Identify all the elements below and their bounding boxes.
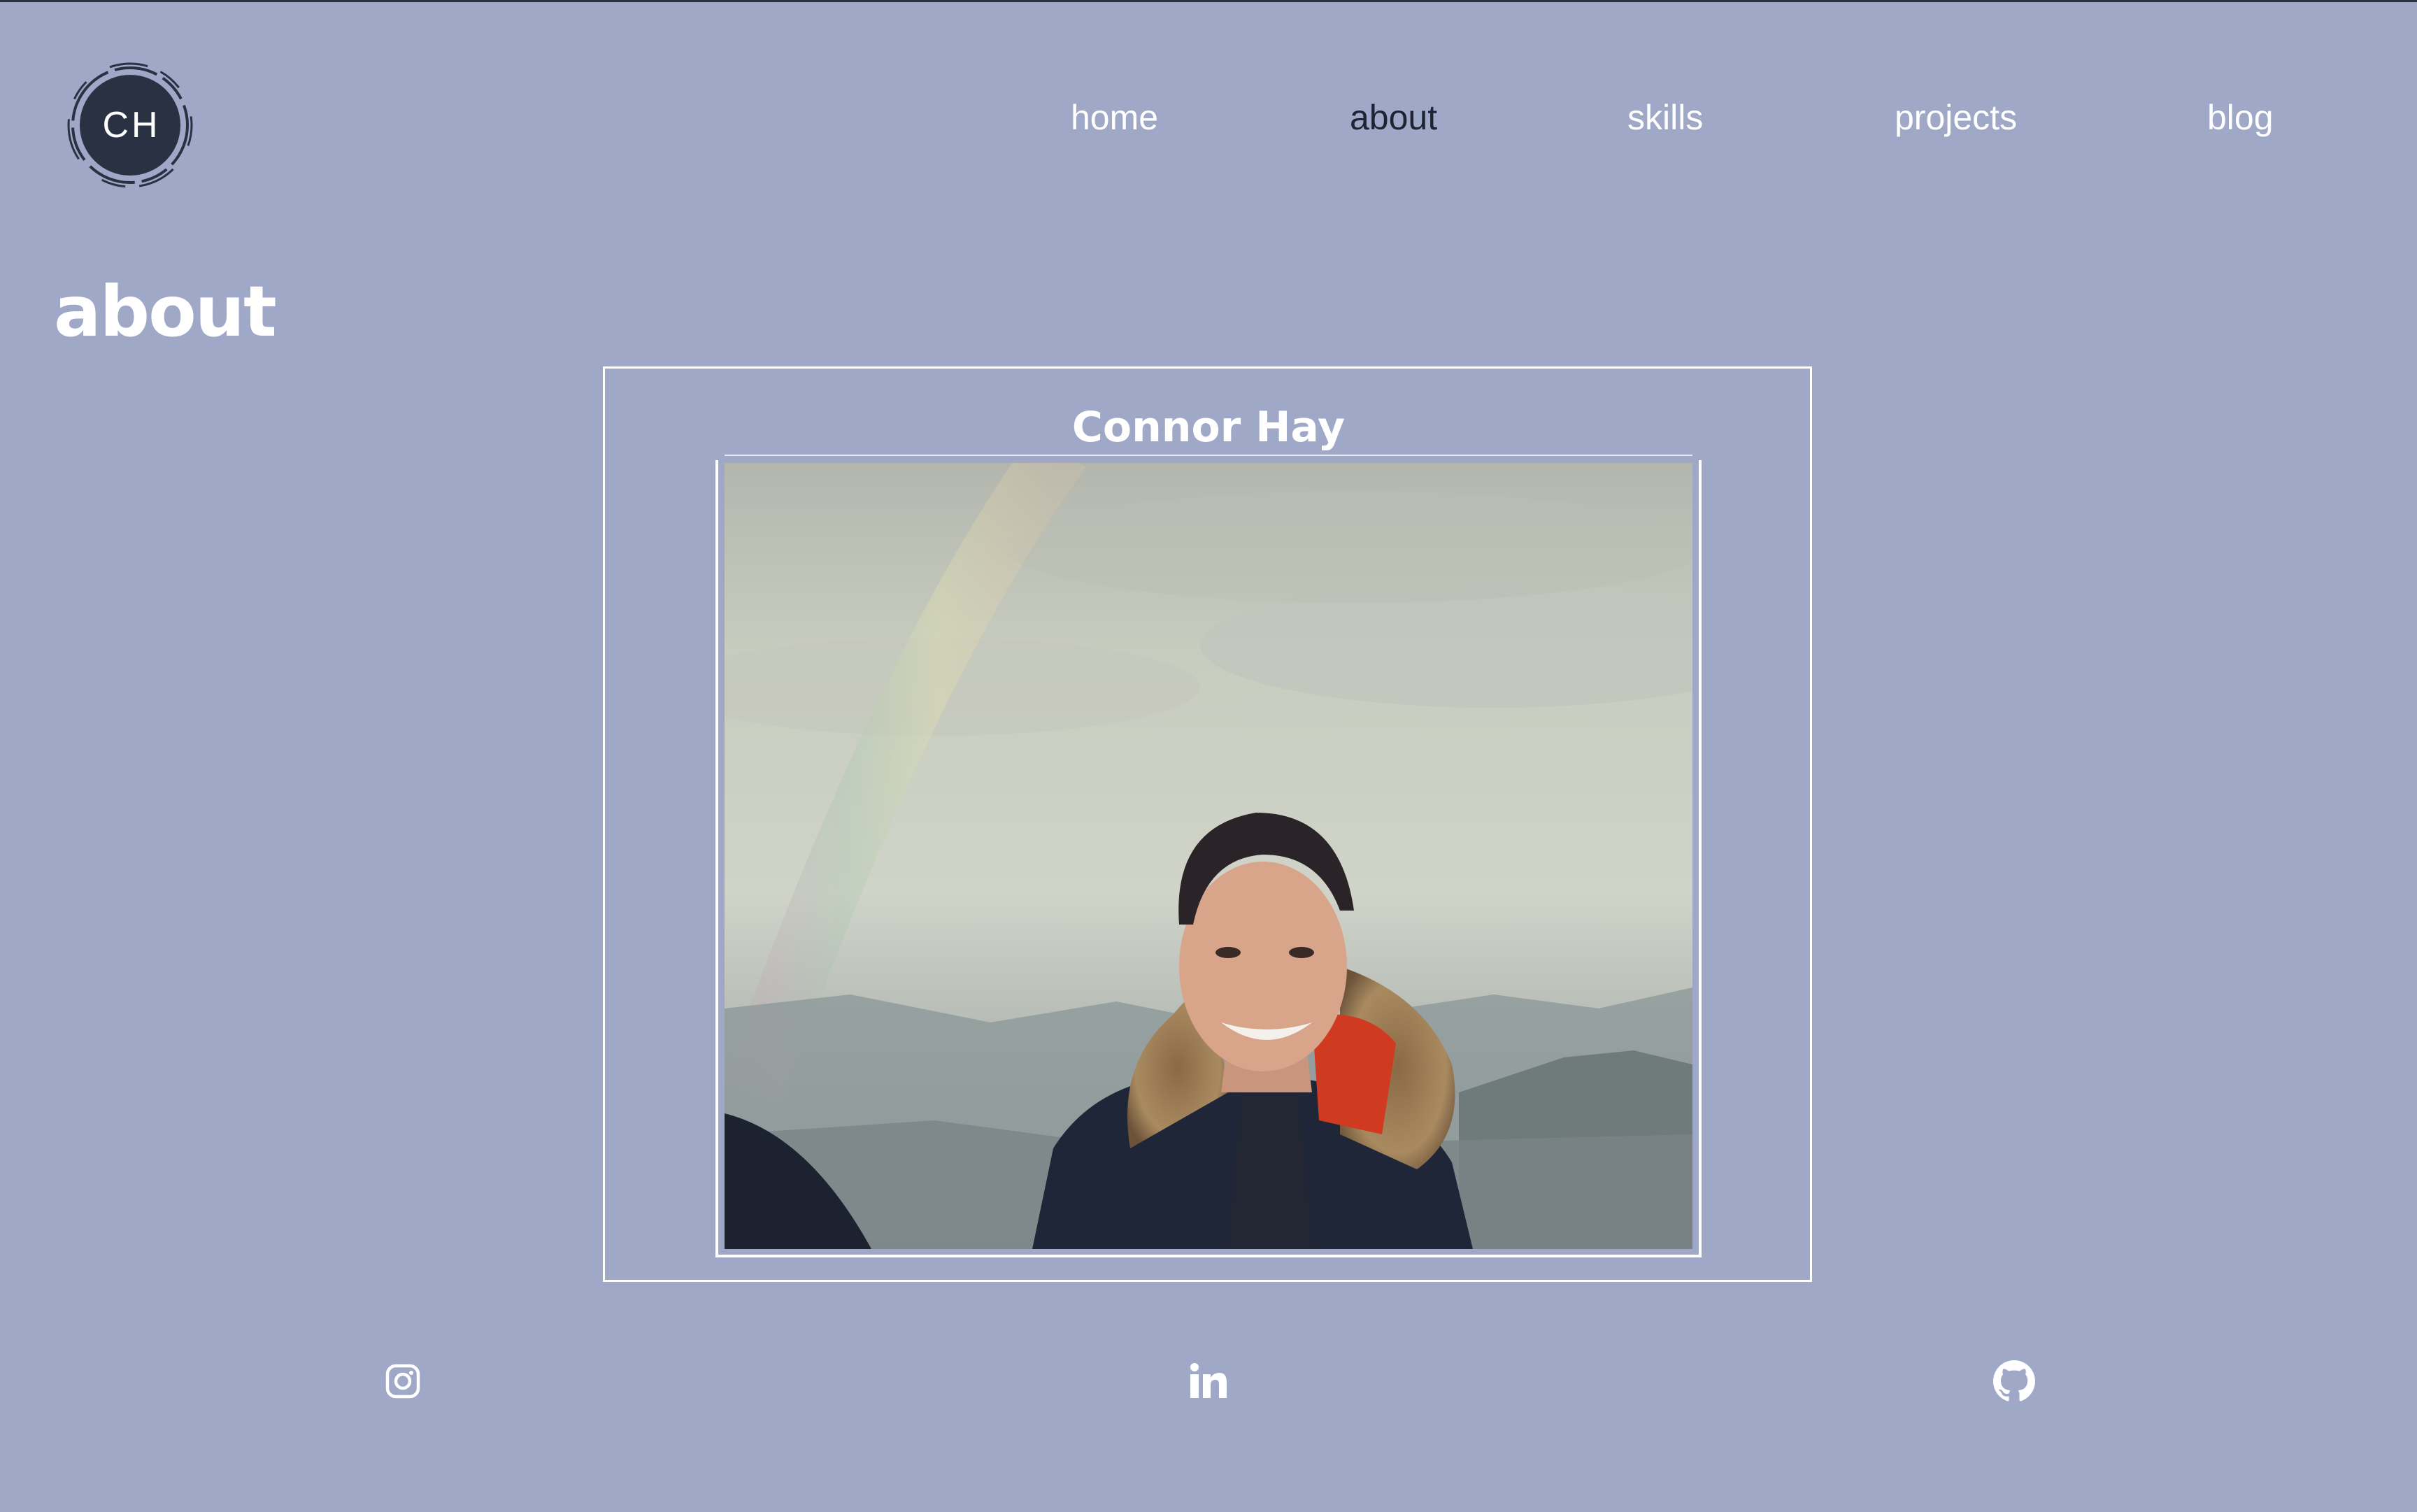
github-icon bbox=[1993, 1360, 2035, 1402]
linkedin-link[interactable] bbox=[1184, 1357, 1233, 1406]
linkedin-icon bbox=[1190, 1363, 1227, 1398]
profile-photo bbox=[725, 463, 1692, 1249]
instagram-link[interactable] bbox=[378, 1357, 427, 1406]
nav-item-home[interactable]: home bbox=[1071, 90, 1158, 145]
main-navigation: home about skills projects blog bbox=[0, 90, 2417, 145]
instagram-icon bbox=[385, 1364, 420, 1399]
github-link[interactable] bbox=[1990, 1357, 2039, 1406]
divider bbox=[725, 455, 1692, 456]
nav-item-skills[interactable]: skills bbox=[1627, 90, 1703, 145]
nav-item-blog[interactable]: blog bbox=[2207, 90, 2274, 145]
profile-name: Connor Hay bbox=[1071, 403, 1346, 452]
page-title: about bbox=[54, 271, 277, 352]
nav-item-projects[interactable]: projects bbox=[1895, 90, 2017, 145]
top-border bbox=[0, 0, 2417, 2]
nav-item-about[interactable]: about bbox=[1350, 90, 1437, 145]
